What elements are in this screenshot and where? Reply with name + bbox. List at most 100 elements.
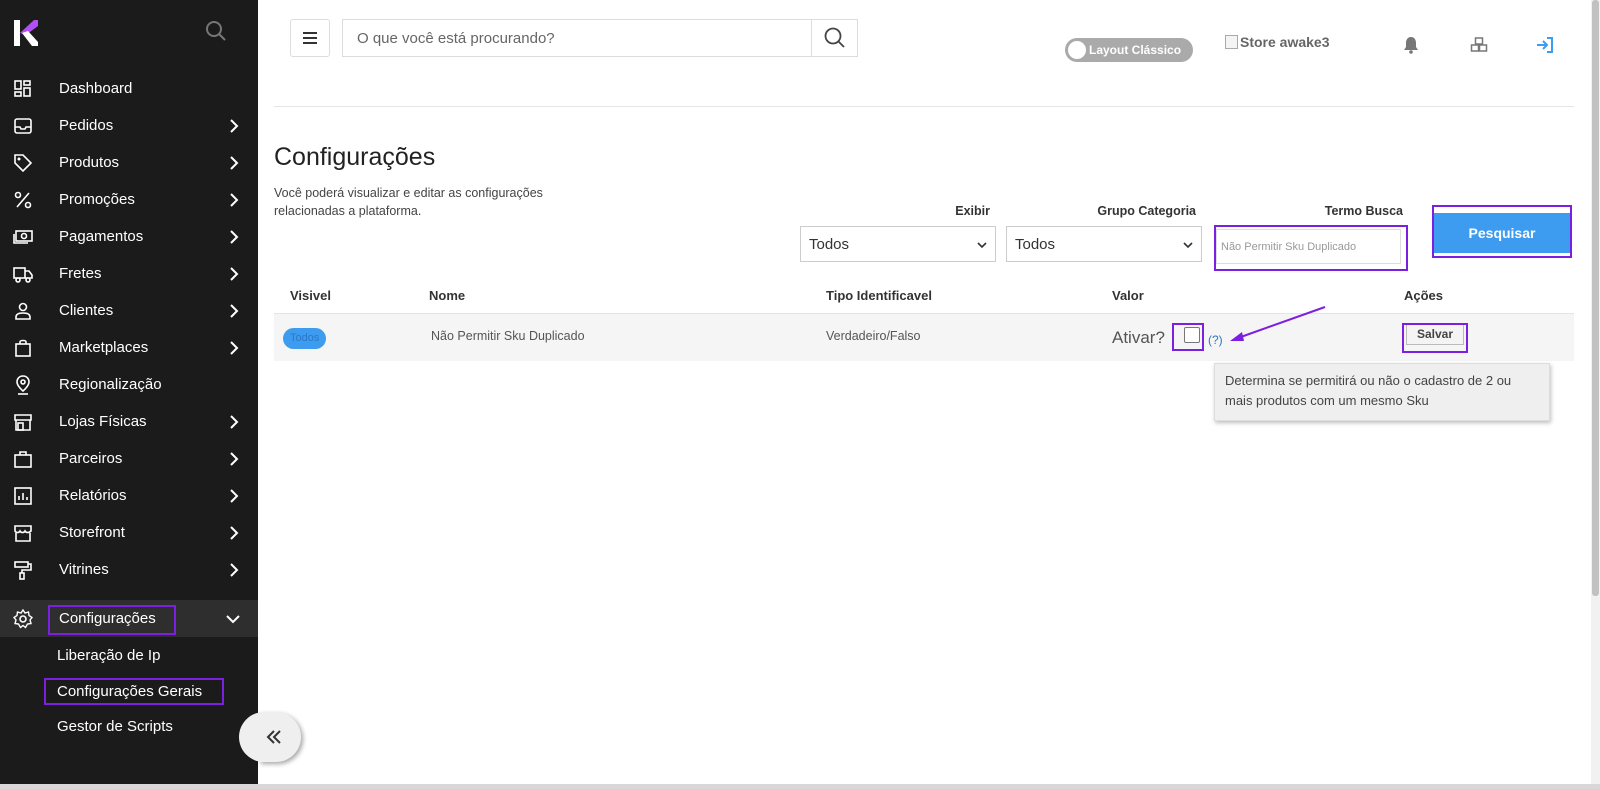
help-tooltip: Determina se permitirá ou não o cadastro… bbox=[1214, 363, 1550, 421]
chevron-right-icon bbox=[230, 304, 239, 318]
double-chevron-left-icon bbox=[266, 730, 281, 744]
chevron-down-icon bbox=[1183, 242, 1193, 249]
chevron-right-icon bbox=[230, 230, 239, 244]
sidebar-item-label: Dashboard bbox=[59, 80, 133, 97]
store-logo[interactable]: Store awake3 bbox=[1225, 34, 1330, 50]
termo-busca-input[interactable] bbox=[1216, 229, 1401, 264]
sidebar-item-label: Promoções bbox=[59, 191, 135, 208]
chevron-right-icon bbox=[230, 193, 239, 207]
toggle-label: Layout Clássico bbox=[1089, 43, 1182, 57]
store-icon bbox=[14, 414, 32, 431]
user-icon bbox=[15, 302, 31, 320]
sidebar-item-label: Parceiros bbox=[59, 450, 123, 467]
menu-button[interactable] bbox=[290, 19, 330, 57]
inbox-icon bbox=[14, 118, 32, 134]
sidebar-item-label: Produtos bbox=[59, 154, 120, 171]
chevron-right-icon bbox=[230, 526, 239, 540]
grupo-categoria-select[interactable]: Todos bbox=[1006, 226, 1202, 262]
ativar-label: Ativar? bbox=[1112, 328, 1165, 347]
page-description: Você poderá visualizar e editar as confi… bbox=[274, 186, 543, 218]
sidebar-item-label: Regionalização bbox=[59, 376, 162, 393]
location-pin-icon bbox=[16, 375, 30, 395]
salvar-button[interactable]: Salvar bbox=[1406, 323, 1464, 345]
chevron-right-icon bbox=[230, 341, 239, 355]
chevron-down-icon bbox=[977, 242, 987, 249]
sidebar-item-marketplaces[interactable]: Marketplaces bbox=[0, 329, 258, 366]
money-icon bbox=[13, 230, 33, 244]
sidebar-item-label: Storefront bbox=[59, 524, 125, 541]
chevron-right-icon bbox=[230, 415, 239, 429]
ativar-checkbox[interactable] bbox=[1184, 327, 1200, 343]
sidebar-item-pagamentos[interactable]: Pagamentos bbox=[0, 218, 258, 255]
row-tipo: Verdadeiro/Falso bbox=[826, 329, 921, 343]
column-header-acoes: Ações bbox=[1404, 288, 1444, 303]
termo-busca-label: Termo Busca bbox=[1324, 204, 1403, 218]
column-header-tipo: Tipo Identificavel bbox=[826, 288, 932, 303]
search-icon[interactable] bbox=[205, 20, 227, 42]
truck-icon bbox=[13, 267, 33, 283]
sidebar-item-dashboard[interactable]: Dashboard bbox=[0, 70, 258, 107]
sidebar-item-produtos[interactable]: Produtos bbox=[0, 144, 258, 181]
chevron-right-icon bbox=[230, 267, 239, 281]
sidebar-item-storefront[interactable]: Storefront bbox=[0, 514, 258, 551]
sidebar-subitem-configuracoes-gerais[interactable]: Configurações Gerais bbox=[57, 683, 202, 700]
sidebar-item-promocoes[interactable]: Promoções bbox=[0, 181, 258, 218]
report-icon bbox=[14, 487, 32, 505]
paint-roller-icon bbox=[14, 561, 32, 580]
chevron-down-icon bbox=[226, 615, 240, 624]
header-divider bbox=[274, 106, 1574, 107]
kadi-logo-icon[interactable] bbox=[14, 20, 38, 46]
cubes-icon[interactable] bbox=[1470, 36, 1488, 54]
exibir-select[interactable]: Todos bbox=[800, 226, 996, 262]
column-header-visivel: Visivel bbox=[290, 288, 331, 303]
row-nome: Não Permitir Sku Duplicado bbox=[431, 329, 585, 343]
scrollbar-thumb[interactable] bbox=[1592, 0, 1599, 596]
toggle-knob bbox=[1068, 41, 1086, 59]
storefront-icon bbox=[14, 525, 32, 542]
table-row: Todos Não Permitir Sku Duplicado Verdade… bbox=[274, 313, 1574, 361]
help-link[interactable]: (?) bbox=[1208, 333, 1223, 347]
exibir-select-value: Todos bbox=[809, 235, 850, 253]
broken-image-icon bbox=[1225, 35, 1238, 49]
sidebar-item-fretes[interactable]: Fretes bbox=[0, 255, 258, 292]
briefcase-icon bbox=[14, 451, 32, 468]
sidebar-item-label: Clientes bbox=[59, 302, 114, 319]
shopping-bag-icon bbox=[15, 339, 31, 357]
sidebar-item-configuracoes[interactable]: Configurações bbox=[0, 600, 258, 637]
pesquisar-button[interactable]: Pesquisar bbox=[1434, 213, 1570, 253]
sidebar: Dashboard Pedidos Produtos Promoções Pag… bbox=[0, 0, 258, 789]
sidebar-item-label: Lojas Físicas bbox=[59, 413, 147, 430]
vertical-scrollbar[interactable] bbox=[1591, 0, 1600, 789]
global-search bbox=[342, 19, 858, 57]
global-search-input[interactable] bbox=[343, 20, 813, 56]
hamburger-icon bbox=[303, 32, 317, 44]
layout-classico-toggle[interactable]: Layout Clássico bbox=[1065, 38, 1193, 62]
sidebar-item-label: Vitrines bbox=[59, 561, 109, 578]
sidebar-item-vitrines[interactable]: Vitrines bbox=[0, 551, 258, 588]
collapse-sidebar-button[interactable] bbox=[239, 712, 301, 762]
store-logo-alt: Store awake3 bbox=[1240, 34, 1330, 50]
chevron-right-icon bbox=[230, 563, 239, 577]
sidebar-item-parceiros[interactable]: Parceiros bbox=[0, 440, 258, 477]
tag-icon bbox=[14, 154, 33, 173]
sidebar-item-pedidos[interactable]: Pedidos bbox=[0, 107, 258, 144]
page-title: Configurações bbox=[274, 143, 436, 171]
sidebar-item-lojas-fisicas[interactable]: Lojas Físicas bbox=[0, 403, 258, 440]
sidebar-item-clientes[interactable]: Clientes bbox=[0, 292, 258, 329]
sidebar-item-regionalizacao[interactable]: Regionalização bbox=[0, 366, 258, 403]
sidebar-item-label: Pagamentos bbox=[59, 228, 144, 245]
search-icon bbox=[824, 27, 845, 48]
column-header-valor: Valor bbox=[1112, 288, 1144, 303]
percent-icon bbox=[14, 191, 32, 209]
chevron-right-icon bbox=[230, 119, 239, 133]
chevron-right-icon bbox=[230, 156, 239, 170]
sidebar-subitem-gestor-scripts[interactable]: Gestor de Scripts bbox=[57, 718, 173, 735]
sidebar-subitem-liberacao-ip[interactable]: Liberação de Ip bbox=[57, 647, 160, 664]
chevron-right-icon bbox=[230, 452, 239, 466]
sidebar-item-relatorios[interactable]: Relatórios bbox=[0, 477, 258, 514]
bell-icon[interactable] bbox=[1402, 36, 1420, 54]
global-search-button[interactable] bbox=[811, 20, 857, 56]
sign-in-icon[interactable] bbox=[1536, 36, 1554, 54]
sidebar-item-label: Pedidos bbox=[59, 117, 114, 134]
grupo-categoria-label: Grupo Categoria bbox=[1097, 204, 1196, 218]
